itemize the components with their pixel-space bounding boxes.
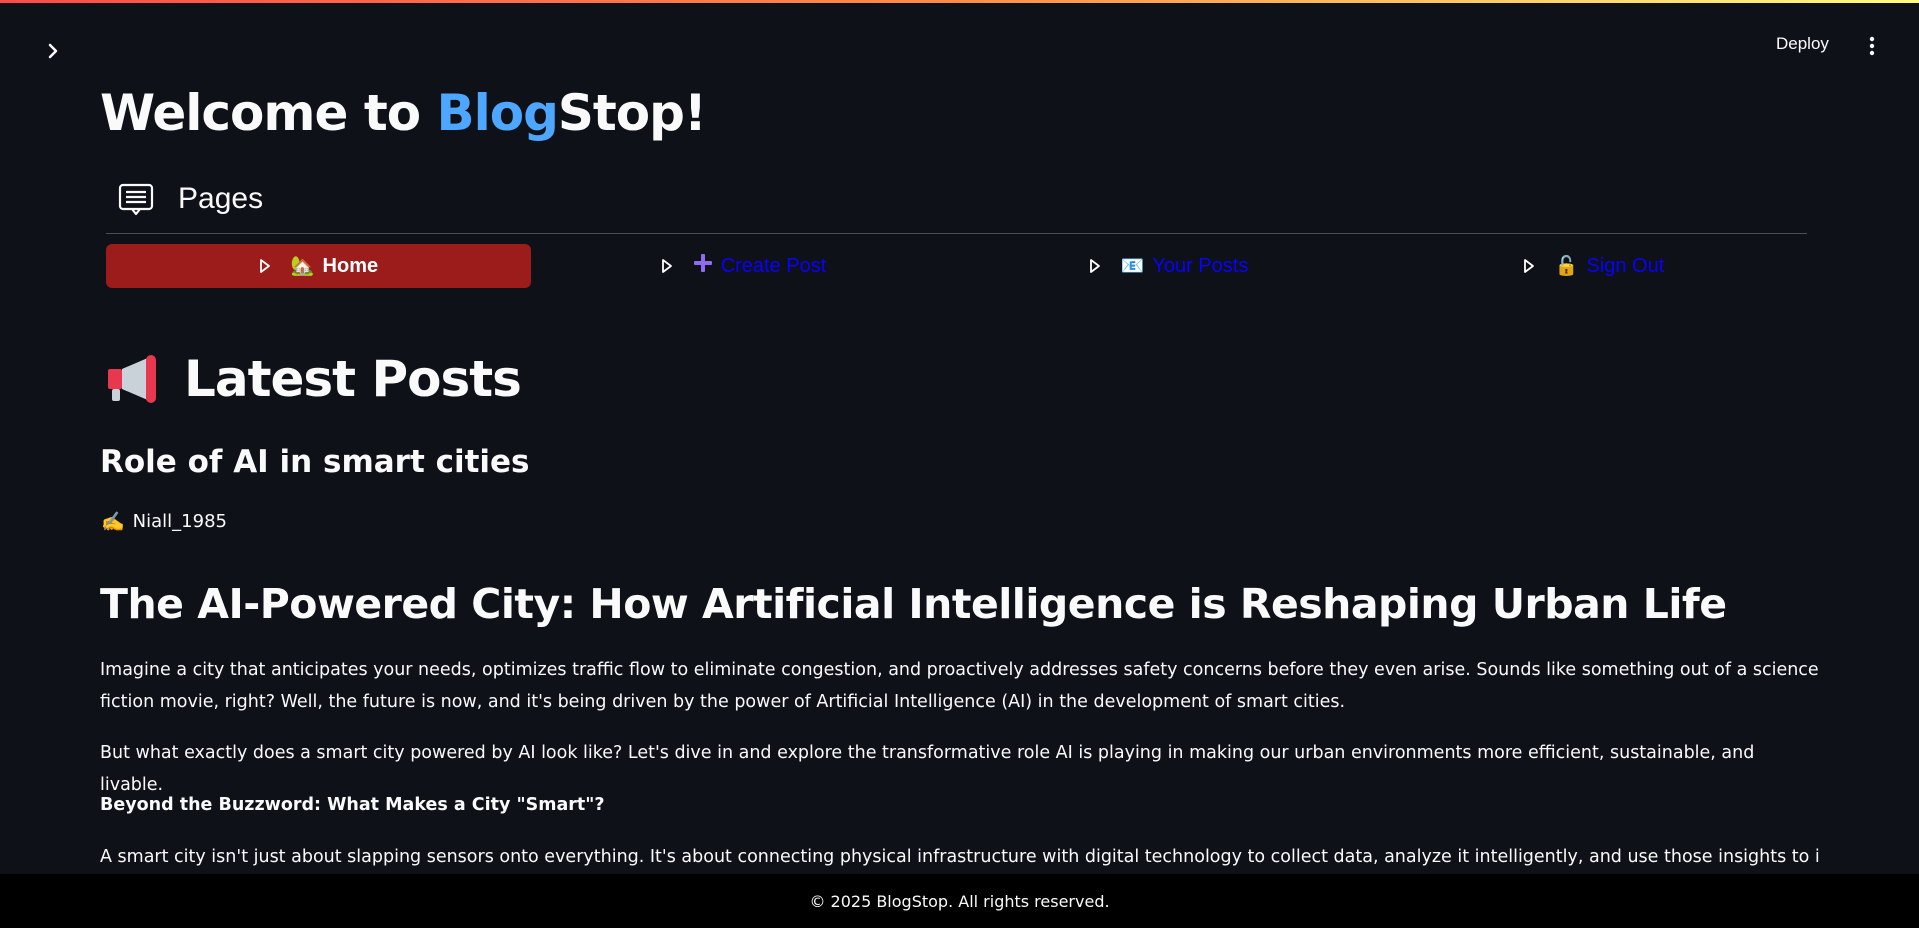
megaphone-icon bbox=[108, 355, 156, 403]
chevron-right-icon bbox=[48, 43, 58, 59]
post-author: ✍️ Niall_1985 bbox=[101, 510, 227, 533]
top-decoration-bar bbox=[0, 0, 1919, 3]
page-list-icon bbox=[118, 183, 154, 215]
nav-item-create-post[interactable]: Create Post bbox=[531, 244, 956, 288]
nav-item-label: Sign Out bbox=[1586, 254, 1665, 277]
latest-posts-header: Latest Posts bbox=[106, 350, 522, 408]
email-icon: 📧 bbox=[1120, 256, 1145, 277]
page-navigation: 🏡 Home Create Post 📧 Your Posts 🔓 Sign O… bbox=[106, 244, 1807, 288]
pages-divider bbox=[106, 233, 1807, 234]
pages-label: Pages bbox=[178, 182, 264, 215]
nav-item-your-posts[interactable]: 📧 Your Posts bbox=[956, 244, 1381, 288]
sidebar-toggle-button[interactable] bbox=[38, 36, 68, 66]
article-subheading: Beyond the Buzzword: What Makes a City "… bbox=[100, 795, 605, 815]
article-paragraph: A smart city isn't just about slapping s… bbox=[100, 847, 1820, 867]
play-icon bbox=[1523, 258, 1535, 274]
writing-hand-icon: ✍️ bbox=[101, 511, 125, 533]
nav-item-home[interactable]: 🏡 Home bbox=[106, 244, 531, 288]
play-icon bbox=[259, 258, 271, 274]
title-accent: Blog bbox=[436, 84, 559, 142]
author-name: Niall_1985 bbox=[132, 511, 227, 532]
title-prefix: Welcome to bbox=[100, 84, 437, 142]
unlocked-icon: 🔓 bbox=[1554, 256, 1579, 277]
play-icon bbox=[661, 258, 673, 274]
house-icon: 🏡 bbox=[290, 256, 315, 277]
kebab-menu-icon bbox=[1869, 36, 1875, 56]
pages-header: Pages bbox=[118, 182, 263, 216]
latest-posts-title: Latest Posts bbox=[184, 350, 522, 408]
main-menu-button[interactable] bbox=[1862, 34, 1882, 58]
nav-item-label: Your Posts bbox=[1152, 254, 1249, 277]
article-heading: The AI-Powered City: How Artificial Inte… bbox=[100, 580, 1727, 628]
article-paragraph: Imagine a city that anticipates your nee… bbox=[100, 660, 1819, 712]
play-icon bbox=[1089, 258, 1101, 274]
footer: © 2025 BlogStop. All rights reserved. bbox=[0, 874, 1919, 928]
post-title: Role of AI in smart cities bbox=[100, 444, 530, 480]
page-title: Welcome to BlogStop! bbox=[100, 84, 707, 142]
plus-icon bbox=[693, 253, 713, 279]
nav-item-sign-out[interactable]: 🔓 Sign Out bbox=[1381, 244, 1806, 288]
deploy-button[interactable]: Deploy bbox=[1776, 34, 1829, 54]
nav-item-label: Home bbox=[322, 254, 379, 277]
nav-item-label: Create Post bbox=[720, 254, 827, 277]
footer-copyright: © 2025 BlogStop. All rights reserved. bbox=[809, 891, 1110, 911]
title-suffix: Stop! bbox=[557, 84, 707, 142]
